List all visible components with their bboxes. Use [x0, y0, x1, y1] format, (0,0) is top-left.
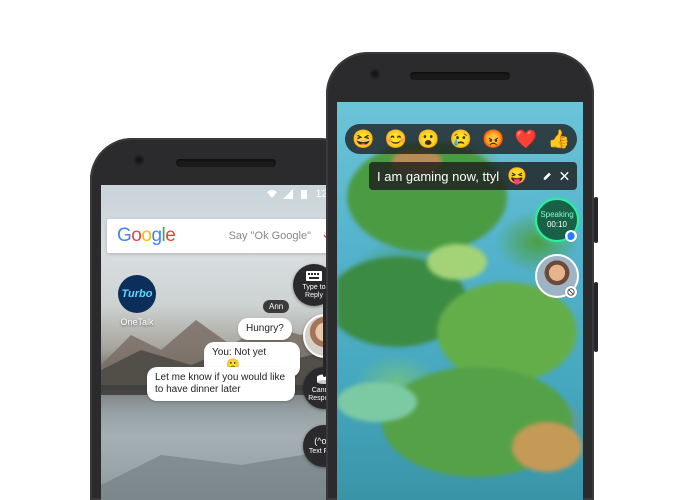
speaking-label: Speaking	[540, 210, 574, 219]
reaction-bar: 😆 😊 😮 😢 😡 ❤️ 👍	[345, 124, 577, 154]
wifi-icon	[267, 190, 278, 198]
call-timer: 00:10	[546, 220, 568, 229]
wow-emoji-button[interactable]: 😮	[417, 129, 439, 149]
google-search-bar[interactable]: Google Say "Ok Google"	[107, 219, 345, 253]
angry-emoji-button[interactable]: 😡	[482, 129, 504, 149]
turbo-logo-icon: Turbo	[118, 275, 156, 313]
front-camera	[134, 155, 144, 165]
turbo-app-icon[interactable]: Turbo OneTalk	[115, 275, 159, 327]
search-hint: Say "Ok Google"	[228, 230, 311, 242]
side-button	[594, 197, 598, 243]
front-camera	[370, 69, 380, 79]
thumbs-up-emoji-button[interactable]: 👍	[547, 129, 569, 149]
own-message-text: You: Not yet	[212, 347, 267, 358]
home-screen: 12:16 Google Say "Ok Google" Turbo OneTa…	[101, 185, 351, 500]
smile-emoji-button[interactable]: 😊	[385, 129, 407, 149]
volume-button	[594, 282, 598, 352]
right-phone: 😆 😊 😮 😢 😡 ❤️ 👍 I am gaming now, ttyl 😝 S…	[323, 52, 598, 500]
left-side-edge	[323, 297, 326, 377]
battery-icon	[301, 190, 308, 199]
message-bubble: Hungry?	[238, 318, 292, 340]
sad-emoji-button[interactable]: 😢	[450, 129, 472, 149]
pencil-icon[interactable]	[543, 170, 552, 182]
close-icon[interactable]	[560, 170, 569, 182]
left-phone: 12:16 Google Say "Ok Google" Turbo OneTa…	[90, 138, 366, 500]
muted-icon	[565, 286, 577, 298]
game-screen: 😆 😊 😮 😢 😡 ❤️ 👍 I am gaming now, ttyl 😝 S…	[337, 102, 583, 500]
messenger-icon	[565, 230, 577, 242]
sender-name-tag: Ann	[263, 300, 290, 313]
tongue-emoji: 😝	[507, 168, 528, 185]
keyboard-icon	[306, 270, 322, 281]
signal-icon	[283, 189, 294, 199]
reply-text: I am gaming now, ttyl	[377, 168, 500, 184]
google-logo: Google	[117, 225, 176, 246]
quick-reply-bar[interactable]: I am gaming now, ttyl 😝	[369, 162, 577, 190]
earpiece-speaker	[176, 159, 276, 167]
app-label: OneTalk	[120, 317, 154, 327]
heart-emoji-button[interactable]: ❤️	[515, 129, 537, 149]
earpiece-speaker	[410, 72, 510, 80]
status-bar: 12:16	[101, 185, 351, 203]
laugh-emoji-button[interactable]: 😆	[352, 129, 374, 149]
message-bubble-long: Let me know if you would like to have di…	[147, 367, 295, 401]
